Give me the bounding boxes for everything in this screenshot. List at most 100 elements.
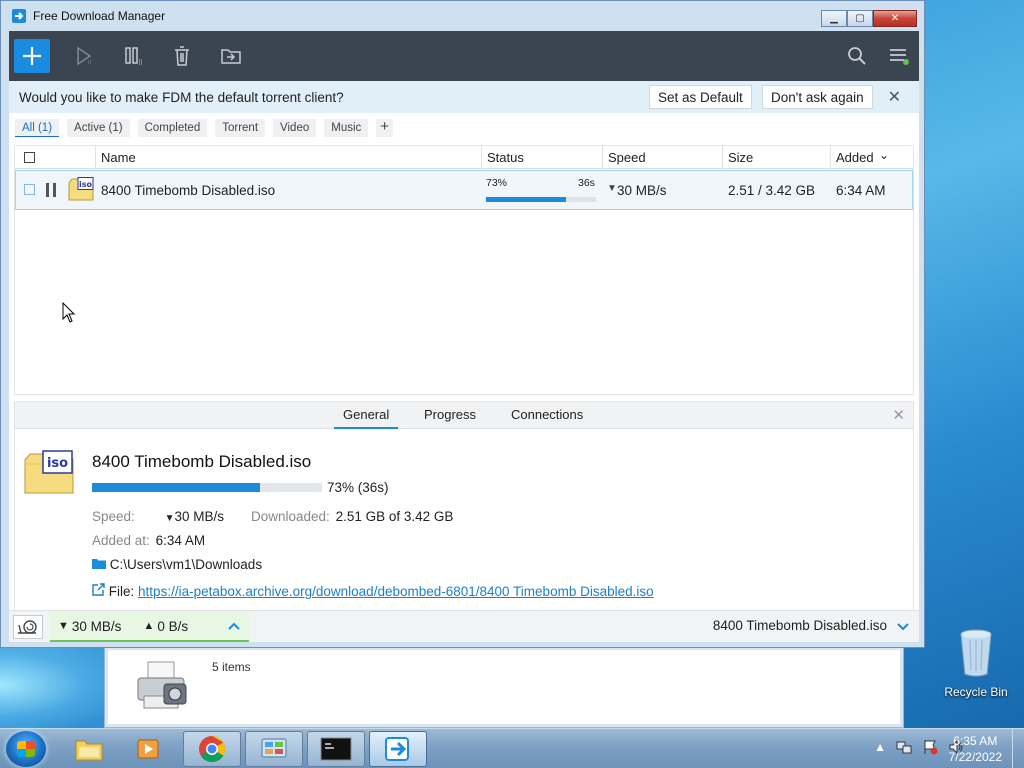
speed-summary[interactable]: ▼ 30 MB/s ▲ 0 B/s xyxy=(50,612,249,642)
taskbar-explorer[interactable] xyxy=(60,731,118,767)
details-downloaded-row: Downloaded: 2.51 GB of 3.42 GB xyxy=(251,509,453,524)
row-added: 6:34 AM xyxy=(836,183,886,198)
iso-file-icon: iso xyxy=(24,450,74,494)
taskbar-control-panel[interactable] xyxy=(245,731,303,767)
downloaded-value: 2.51 GB of 3.42 GB xyxy=(335,509,454,524)
taskbar-clock[interactable]: 6:35 AM 7/22/2022 xyxy=(949,733,1002,765)
explorer-window: 5 items xyxy=(104,646,904,728)
recycle-bin[interactable]: Recycle Bin xyxy=(940,628,1012,699)
pause-button[interactable] xyxy=(116,39,152,73)
file-url-link[interactable]: https://ia-petabox.archive.org/download/… xyxy=(138,584,654,599)
show-hidden-icons[interactable]: ▲ xyxy=(874,740,886,754)
explorer-details-pane: 5 items xyxy=(108,650,900,724)
added-value: 6:34 AM xyxy=(155,533,206,548)
filter-active[interactable]: Active (1) xyxy=(67,119,130,137)
pause-icon xyxy=(125,47,142,65)
snail-icon xyxy=(18,620,37,634)
tab-connections[interactable]: Connections xyxy=(502,407,592,427)
speed-mode-button[interactable] xyxy=(13,615,43,639)
taskbar-chrome[interactable] xyxy=(183,731,241,767)
column-separator xyxy=(602,146,603,169)
minimize-button[interactable]: ▁ xyxy=(821,10,847,27)
devices-printer-icon xyxy=(137,661,187,709)
filter-torrent[interactable]: Torrent xyxy=(215,119,266,137)
details-file-row: File: https://ia-petabox.archive.org/dow… xyxy=(92,583,654,599)
column-header-status[interactable]: Status xyxy=(487,150,524,165)
status-current-file: 8400 Timebomb Disabled.iso xyxy=(712,618,887,633)
downloaded-label: Downloaded: xyxy=(251,509,330,524)
start-button[interactable] xyxy=(6,731,46,767)
fdm-window: Free Download Manager ▁ ▢ ✕ Would you li… xyxy=(0,0,925,648)
network-icon[interactable] xyxy=(896,739,912,755)
add-download-button[interactable] xyxy=(14,39,50,73)
close-details-icon[interactable]: ✕ xyxy=(892,406,905,424)
action-center-flag-icon[interactable] xyxy=(922,739,938,755)
row-progress-fill xyxy=(486,197,567,202)
filter-tabs: All (1) Active (1) Completed Torrent Vid… xyxy=(15,119,394,137)
folder-icon xyxy=(75,740,103,761)
resume-button[interactable] xyxy=(66,39,102,73)
details-file-name: 8400 Timebomb Disabled.iso xyxy=(92,452,312,471)
details-progress-fill xyxy=(92,483,260,492)
row-time-left: 36s xyxy=(578,177,595,189)
main-toolbar xyxy=(9,31,919,81)
total-upload-speed: 0 B/s xyxy=(157,618,189,634)
file-label: File: xyxy=(108,584,135,599)
tab-general[interactable]: General xyxy=(334,407,399,429)
terminal-icon xyxy=(320,737,352,761)
details-panel: General Progress Connections ✕ iso 8400 … xyxy=(14,401,914,635)
filter-completed[interactable]: Completed xyxy=(137,119,208,137)
banner-close-icon[interactable]: ✕ xyxy=(888,87,901,107)
search-button[interactable] xyxy=(839,39,875,73)
folder-move-icon xyxy=(221,49,241,64)
title-bar[interactable]: Free Download Manager ▁ ▢ ✕ xyxy=(1,1,924,31)
move-to-folder-button[interactable] xyxy=(213,39,249,73)
delete-button[interactable] xyxy=(164,39,200,73)
plus-icon xyxy=(23,47,41,65)
close-button[interactable]: ✕ xyxy=(873,10,917,27)
taskbar-fdm[interactable] xyxy=(369,731,427,767)
maximize-button[interactable]: ▢ xyxy=(847,10,873,27)
select-all-checkbox[interactable] xyxy=(24,152,35,163)
details-added-row: Added at: 6:34 AM xyxy=(92,533,205,548)
show-desktop-button[interactable] xyxy=(1012,729,1024,768)
details-folder-row[interactable]: C:\Users\vm1\Downloads xyxy=(92,557,262,572)
sort-desc-icon: ⌄ xyxy=(879,148,890,162)
caption-buttons: ▁ ▢ ✕ xyxy=(821,10,917,27)
taskbar: ▲ 6:35 AM 7/22/2022 xyxy=(0,728,1024,768)
explorer-item-count: 5 items xyxy=(212,660,251,674)
svg-text:iso: iso xyxy=(47,456,68,471)
taskbar-media-player[interactable] xyxy=(120,731,178,767)
filter-video[interactable]: Video xyxy=(273,119,317,137)
row-checkbox[interactable] xyxy=(24,184,35,195)
add-filter-button[interactable]: + xyxy=(376,119,394,137)
speed-value: 30 MB/s xyxy=(174,509,224,524)
column-header-size[interactable]: Size xyxy=(728,150,753,165)
table-row[interactable]: iso 8400 Timebomb Disabled.iso 73% 36s ▼… xyxy=(15,170,913,210)
table-header: Name Status Speed Size Added ⌄ xyxy=(15,146,913,169)
filter-music[interactable]: Music xyxy=(324,119,369,137)
column-header-speed[interactable]: Speed xyxy=(608,150,646,165)
iso-file-icon: iso xyxy=(68,177,94,201)
folder-path: C:\Users\vm1\Downloads xyxy=(109,557,263,572)
taskbar-command-prompt[interactable] xyxy=(307,731,365,767)
svg-text:iso: iso xyxy=(79,180,93,189)
details-progress-bar xyxy=(92,483,322,492)
window-title: Free Download Manager xyxy=(33,9,166,23)
dont-ask-again-button[interactable]: Don't ask again xyxy=(762,85,873,109)
folder-icon xyxy=(92,559,106,569)
column-header-added[interactable]: Added xyxy=(836,150,874,165)
tab-progress[interactable]: Progress xyxy=(415,407,485,427)
clock-date: 7/22/2022 xyxy=(948,750,1002,764)
chrome-icon xyxy=(199,736,226,763)
chevron-down-icon[interactable] xyxy=(897,623,909,631)
column-separator xyxy=(481,146,482,169)
column-header-name[interactable]: Name xyxy=(101,150,136,165)
main-menu-button[interactable] xyxy=(881,39,917,73)
filter-all[interactable]: All (1) xyxy=(15,119,60,137)
column-separator xyxy=(95,146,96,169)
set-as-default-button[interactable]: Set as Default xyxy=(649,85,752,109)
added-label: Added at: xyxy=(92,533,150,548)
downloads-table: Name Status Speed Size Added ⌄ iso 8400 … xyxy=(14,145,914,395)
pause-icon[interactable] xyxy=(45,183,57,197)
